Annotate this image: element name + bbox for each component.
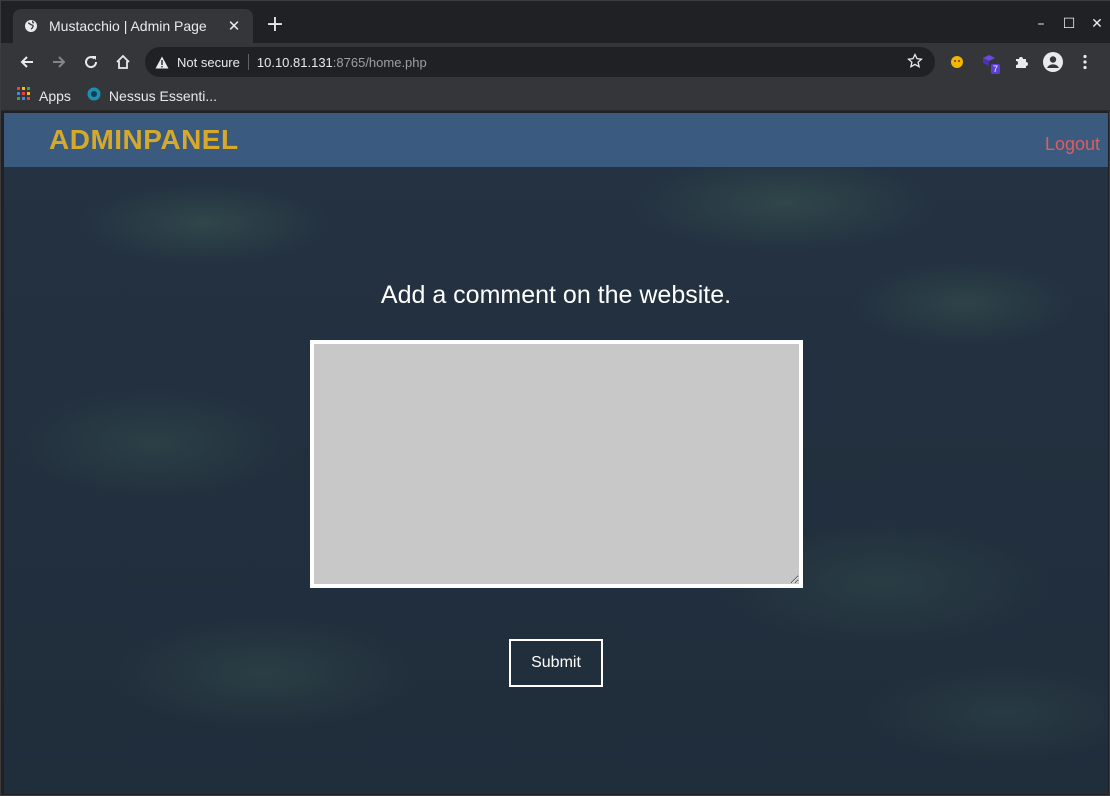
home-icon	[116, 54, 130, 69]
extension-badge: 7	[990, 64, 1000, 74]
bookmark-nessus[interactable]: Nessus Essenti...	[87, 87, 217, 104]
extensions-area: 7	[941, 47, 1101, 77]
bookmark-star-icon[interactable]	[906, 52, 925, 71]
reload-icon	[85, 56, 98, 69]
apps-grid-icon	[17, 87, 31, 104]
not-secure-warning[interactable]: Not secure	[155, 55, 240, 70]
bookmark-apps-label: Apps	[39, 87, 71, 104]
web-page: ADMINPANEL Logout Add a comment on the w…	[4, 113, 1108, 794]
logout-link[interactable]: Logout	[1045, 134, 1100, 155]
tab-title: Mustacchio | Admin Page	[49, 18, 207, 34]
admin-navbar: ADMINPANEL Logout	[4, 113, 1108, 167]
nessus-icon	[87, 87, 101, 104]
browser-toolbar: Not secure 10.10.81.131:8765/home.php 7	[1, 43, 1110, 81]
bookmarks-bar: Apps Nessus Essenti...	[1, 81, 1110, 111]
forward-button[interactable]	[43, 46, 75, 78]
browser-window: Mustacchio | Admin Page ✕ + – ☐ ✕ Not se…	[0, 0, 1110, 796]
tab-close-icon[interactable]: ✕	[225, 17, 243, 35]
back-button[interactable]	[11, 46, 43, 78]
comment-textarea[interactable]	[310, 340, 803, 588]
url-host: 10.10.81.131	[256, 54, 333, 70]
reload-button[interactable]	[75, 46, 107, 78]
security-label: Not secure	[177, 54, 240, 70]
close-window-button[interactable]: ✕	[1083, 9, 1110, 39]
window-controls: – ☐ ✕	[1027, 9, 1110, 39]
menu-kebab-icon[interactable]	[1069, 47, 1101, 77]
home-button[interactable]	[107, 46, 139, 78]
brand-logo[interactable]: ADMINPANEL	[49, 124, 239, 156]
submit-button[interactable]: Submit	[509, 639, 603, 687]
new-tab-button[interactable]: +	[263, 13, 287, 37]
back-arrow-icon	[20, 56, 33, 68]
profile-icon[interactable]	[1037, 47, 1069, 77]
purple-extension-icon[interactable]: 7	[973, 47, 1005, 77]
title-bar: Mustacchio | Admin Page ✕ + – ☐ ✕	[1, 1, 1110, 43]
browser-tab[interactable]: Mustacchio | Admin Page ✕	[13, 9, 253, 43]
page-title: Add a comment on the website.	[380, 281, 732, 309]
puzzle-extensions-icon[interactable]	[1005, 47, 1037, 77]
minimize-button[interactable]: –	[1027, 9, 1055, 39]
globe-icon	[23, 18, 39, 34]
yellow-extension-icon[interactable]	[941, 47, 973, 77]
forward-arrow-icon	[53, 56, 66, 68]
maximize-button[interactable]: ☐	[1055, 9, 1083, 39]
url-path: :8765/home.php	[332, 54, 427, 70]
bookmark-apps[interactable]: Apps	[17, 87, 71, 104]
address-bar[interactable]: Not secure 10.10.81.131:8765/home.php	[145, 47, 935, 77]
warning-triangle-icon	[155, 56, 169, 68]
bookmark-nessus-label: Nessus Essenti...	[108, 87, 218, 104]
address-divider	[247, 54, 249, 70]
